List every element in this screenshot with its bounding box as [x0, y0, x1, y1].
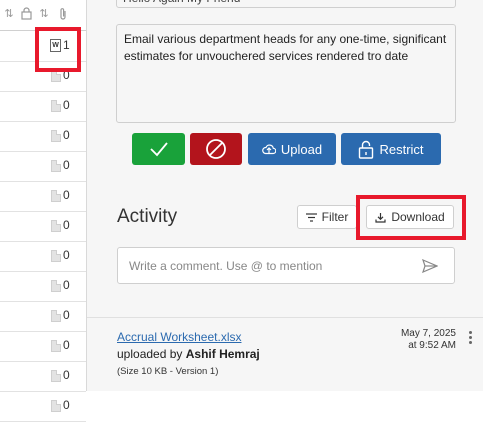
attachment-count[interactable]: 0: [63, 128, 70, 142]
upload-button[interactable]: Upload: [248, 133, 336, 165]
download-label: Download: [391, 210, 445, 224]
divider: [87, 317, 483, 318]
sort-icon-2[interactable]: ⇅: [38, 7, 50, 21]
attachment-row[interactable]: 0: [0, 181, 86, 212]
attachment-row[interactable]: 0: [0, 91, 86, 122]
send-icon[interactable]: [422, 258, 439, 278]
block-icon: [206, 139, 226, 159]
attachment-row[interactable]: 0: [0, 241, 86, 272]
file-link[interactable]: Accrual Worksheet.xlsx: [117, 330, 241, 344]
download-icon: [375, 212, 386, 223]
approve-button[interactable]: [132, 133, 185, 165]
document-icon[interactable]: [51, 280, 61, 292]
restrict-label: Restrict: [379, 141, 424, 157]
document-icon[interactable]: [51, 220, 61, 232]
paperclip-icon[interactable]: [57, 7, 69, 21]
unlock-icon: [359, 140, 374, 159]
timestamp-date: May 7, 2025: [400, 328, 456, 339]
document-icon[interactable]: [51, 250, 61, 262]
attachment-row[interactable]: 0: [0, 211, 86, 242]
previous-comment: Hello Again My Friend: [116, 0, 456, 8]
attachment-row[interactable]: 0: [0, 151, 86, 182]
sort-icon[interactable]: ⇅: [3, 7, 15, 21]
cloud-upload-icon: [262, 143, 276, 154]
comment-input[interactable]: Write a comment. Use @ to mention: [117, 247, 455, 284]
timestamp: May 7, 2025 at 9:52 AM: [401, 328, 456, 352]
attachment-count[interactable]: 0: [63, 158, 70, 172]
attachment-row[interactable]: 0: [0, 361, 86, 392]
download-button[interactable]: Download: [366, 205, 454, 229]
document-icon[interactable]: [51, 70, 61, 82]
attachment-count[interactable]: 0: [63, 68, 70, 82]
attachment-row[interactable]: W1: [0, 31, 86, 62]
attachment-count[interactable]: 0: [63, 248, 70, 262]
attachment-count[interactable]: 1: [63, 38, 70, 52]
uploader-name: Ashif Hemraj: [185, 347, 260, 361]
attachment-row[interactable]: 0: [0, 391, 86, 422]
document-icon[interactable]: [51, 400, 61, 412]
document-icon[interactable]: [51, 190, 61, 202]
attachment-count[interactable]: 0: [63, 278, 70, 292]
comment-placeholder: Write a comment. Use @ to mention: [129, 259, 323, 273]
detail-panel: Hello Again My Friend Email various depa…: [87, 0, 483, 391]
uploaded-prefix: uploaded by: [117, 347, 183, 361]
attachment-count[interactable]: 0: [63, 338, 70, 352]
column-header: ⇅ ⇅: [0, 0, 86, 31]
word-doc-icon[interactable]: W: [50, 39, 61, 52]
filter-button[interactable]: Filter: [297, 205, 357, 229]
attachment-count[interactable]: 0: [63, 188, 70, 202]
document-icon[interactable]: [51, 130, 61, 142]
comment-textarea[interactable]: Email various department heads for any o…: [116, 24, 456, 123]
filter-label: Filter: [321, 210, 349, 224]
attachment-row[interactable]: 0: [0, 271, 86, 302]
attachment-count[interactable]: 0: [63, 308, 70, 322]
timestamp-time: at 9:52 AM: [408, 340, 456, 351]
attachment-row[interactable]: 0: [0, 331, 86, 362]
document-icon[interactable]: [51, 370, 61, 382]
reject-button[interactable]: [190, 133, 242, 165]
restrict-button[interactable]: Restrict: [341, 133, 441, 165]
attachments-column: ⇅ ⇅ W1 0 0 0 0 0 0 0 0 0 0 0 0: [0, 0, 87, 422]
attachment-count[interactable]: 0: [63, 398, 70, 412]
document-icon[interactable]: [51, 100, 61, 112]
document-icon[interactable]: [51, 340, 61, 352]
checkmark-icon: [149, 142, 168, 157]
attachment-count[interactable]: 0: [63, 218, 70, 232]
document-icon[interactable]: [51, 310, 61, 322]
attachment-count[interactable]: 0: [63, 368, 70, 382]
upload-label: Upload: [280, 141, 323, 157]
attachment-row[interactable]: 0: [0, 121, 86, 152]
attachment-count[interactable]: 0: [63, 98, 70, 112]
more-options-icon[interactable]: [469, 331, 473, 346]
attachment-row[interactable]: 0: [0, 61, 86, 92]
attachment-row[interactable]: 0: [0, 301, 86, 332]
document-icon[interactable]: [51, 160, 61, 172]
file-size-info: (Size 10 KB - Version 1): [117, 366, 219, 377]
filter-icon: [305, 212, 317, 222]
activity-heading: Activity: [117, 206, 178, 227]
uploaded-by: uploaded by Ashif Hemraj: [117, 347, 260, 361]
lock-icon[interactable]: [20, 7, 32, 21]
